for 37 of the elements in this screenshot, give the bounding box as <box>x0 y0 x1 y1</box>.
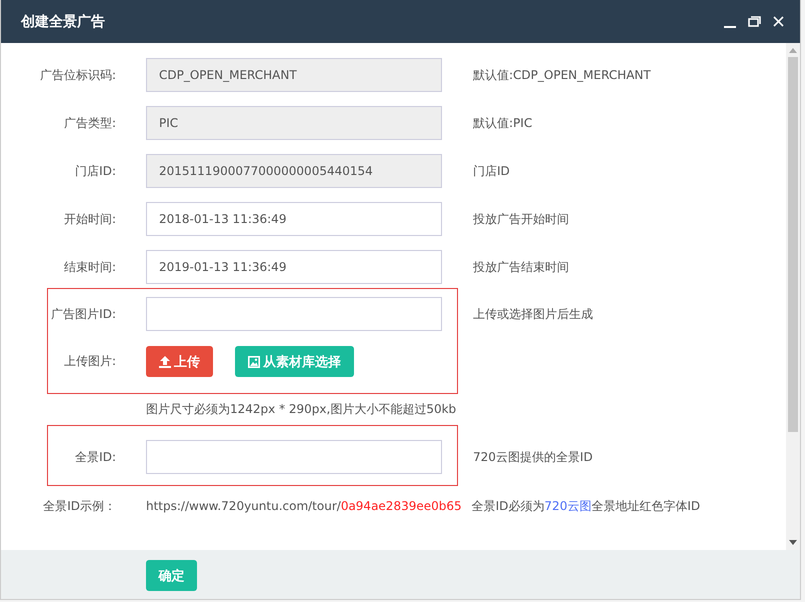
field-label: 广告位标识码: <box>38 66 116 84</box>
field-hint: 门店ID <box>473 162 511 180</box>
image-icon <box>248 356 260 368</box>
example-url: https://www.720yuntu.com/tour/0a94ae2839ee0b65 <box>146 499 462 513</box>
example-notice: 全景ID必须为720云图全景地址红色字体ID <box>472 499 700 513</box>
field-label: 全景ID: <box>74 448 116 466</box>
text-field[interactable] <box>146 297 442 331</box>
text-field[interactable]: CDP_OPEN_MERCHANT <box>146 58 442 92</box>
field-hint: 上传或选择图片后生成 <box>473 306 594 322</box>
upload-button[interactable]: 上传 <box>146 346 213 377</box>
upload-icon <box>159 356 171 368</box>
scroll-up-icon[interactable] <box>789 48 797 53</box>
text-field[interactable]: PIC <box>146 106 442 140</box>
field-hint: 720云图提供的全景ID <box>473 448 594 466</box>
text-field[interactable] <box>146 440 442 474</box>
example-label: 全景ID示例： <box>42 498 116 515</box>
close-icon[interactable] <box>773 16 784 27</box>
text-field[interactable]: 2015111900077000000005440154 <box>146 154 442 188</box>
scrollbar[interactable] <box>786 43 800 550</box>
field-label: 广告图片ID: <box>50 306 116 322</box>
field-label: 上传图片: <box>62 353 116 370</box>
link[interactable]: 720云图 <box>544 499 592 513</box>
scrollbar-thumb[interactable] <box>788 57 798 432</box>
field-hint: 默认值:PIC <box>473 114 534 132</box>
field-hint: 默认值:CDP_OPEN_MERCHANT <box>473 66 652 84</box>
field-label: 门店ID: <box>74 162 116 180</box>
text-field[interactable]: 2019-01-13 11:36:49 <box>146 250 442 284</box>
field-hint: 投放广告结束时间 <box>473 258 570 276</box>
field-label: 开始时间: <box>62 210 116 228</box>
window-title: 创建全景广告 <box>21 12 106 30</box>
field-label: 广告类型: <box>62 114 116 132</box>
scroll-down-icon[interactable] <box>789 540 797 545</box>
text-field[interactable]: 2018-01-13 11:36:49 <box>146 202 442 236</box>
field-hint: 投放广告开始时间 <box>473 210 570 228</box>
help-text: 图片尺寸必须为1242px * 290px,图片大小不能超过50kb <box>146 402 456 416</box>
field-label: 结束时间: <box>62 258 116 276</box>
restore-icon[interactable] <box>748 16 761 27</box>
